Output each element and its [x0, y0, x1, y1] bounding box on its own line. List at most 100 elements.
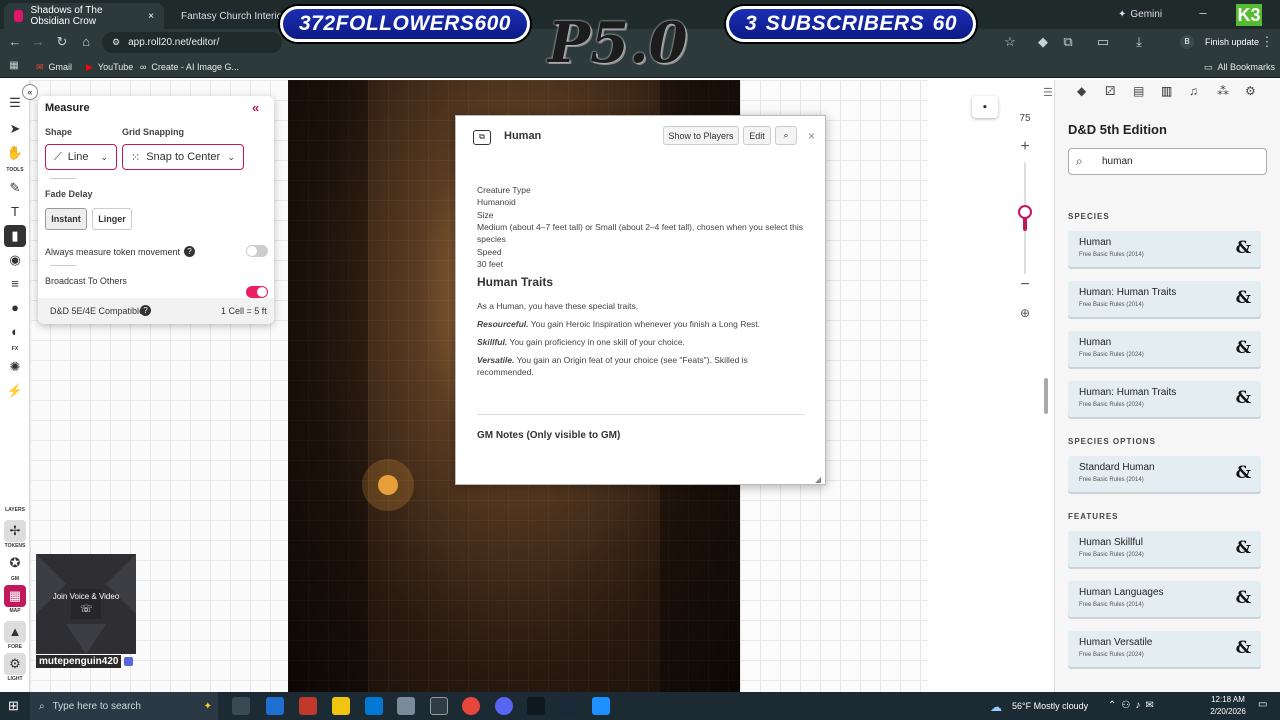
- fog-icon[interactable]: ◉: [4, 249, 26, 271]
- edge-icon[interactable]: [266, 697, 284, 715]
- taskbar-search-input[interactable]: ⌕ Type here to search ✦: [30, 692, 218, 720]
- all-bookmarks[interactable]: ▭ All Bookmarks: [1204, 58, 1275, 76]
- dnd-ampersand-icon[interactable]: &: [1236, 388, 1251, 408]
- notes-icon[interactable]: ≡: [4, 273, 26, 295]
- windows-start-icon[interactable]: ⊞: [8, 698, 19, 714]
- clock-time[interactable]: 12:18 AM: [1204, 695, 1252, 704]
- bookmark-create-ai-image[interactable]: ∞ Create - AI Image G...: [140, 58, 239, 76]
- show-to-players-button[interactable]: Show to Players: [663, 126, 739, 145]
- store-icon[interactable]: [365, 697, 383, 715]
- dnd-ampersand-icon[interactable]: &: [1236, 238, 1251, 258]
- pan-hand-icon[interactable]: ✋: [4, 142, 26, 164]
- dnd-ampersand-icon[interactable]: &: [1236, 538, 1251, 558]
- extensions-puzzle-icon[interactable]: ⧉: [1059, 34, 1077, 50]
- dnd-ampersand-icon[interactable]: &: [1236, 463, 1251, 483]
- terminal-icon[interactable]: [527, 697, 545, 715]
- token-toggle-icon[interactable]: ◐: [4, 321, 26, 343]
- voice-video-tile[interactable]: Join Voice & Video ☏: [36, 554, 136, 654]
- measure-ruler-icon[interactable]: ▮: [4, 225, 26, 247]
- forward-arrow-icon[interactable]: →: [29, 34, 47, 49]
- reload-icon[interactable]: ↻: [53, 34, 71, 50]
- back-arrow-icon[interactable]: ←: [6, 34, 24, 49]
- select-pointer-icon[interactable]: ➤: [4, 118, 26, 140]
- user-color-swatch[interactable]: [124, 657, 133, 666]
- always-measure-toggle[interactable]: [246, 245, 268, 257]
- download-icon[interactable]: ⤓: [1130, 34, 1148, 50]
- foreground-layer-icon[interactable]: ▲: [4, 621, 26, 643]
- discord-icon[interactable]: [495, 697, 513, 715]
- compendium-result-card[interactable]: Human: Human Traits Free Basic Rules (202…: [1068, 381, 1261, 417]
- zoom-out-button[interactable]: −: [1012, 274, 1038, 296]
- cast-icon[interactable]: ▭: [1094, 34, 1112, 50]
- dnd-ampersand-icon[interactable]: &: [1236, 638, 1251, 658]
- task-view-icon[interactable]: [232, 697, 250, 715]
- menu-icon[interactable]: ☰: [4, 92, 26, 114]
- apps-grid-icon[interactable]: ▦: [5, 60, 23, 71]
- broadcast-toggle[interactable]: [246, 286, 268, 298]
- popout-icon[interactable]: ⧉: [473, 130, 491, 145]
- linger-button[interactable]: Linger: [92, 208, 132, 230]
- address-bar[interactable]: ⚙ app.roll20.net/editor/: [102, 32, 282, 53]
- edit-button[interactable]: Edit: [743, 126, 771, 145]
- close-icon[interactable]: ×: [808, 129, 815, 143]
- extension-diamond-icon[interactable]: ◆: [1034, 34, 1052, 50]
- bookmark-youtube[interactable]: ▶ YouTube: [86, 58, 133, 76]
- tab-roll20[interactable]: Shadows of The Obsidian Crow ×: [4, 3, 164, 29]
- dnd-ampersand-icon[interactable]: &: [1236, 338, 1251, 358]
- chrome-icon[interactable]: [462, 697, 480, 715]
- map-layer-icon[interactable]: ▦: [4, 585, 26, 607]
- settings-gear-icon[interactable]: ⚙: [1245, 84, 1256, 98]
- browser-menu-icon[interactable]: ⋮: [1258, 34, 1276, 50]
- help-icon[interactable]: ?: [184, 246, 195, 257]
- journal-icon[interactable]: ▤: [1133, 84, 1144, 98]
- dnd-ampersand-icon[interactable]: &: [1236, 288, 1251, 308]
- gm-layer-icon[interactable]: ✪: [4, 552, 26, 574]
- sidebar-toggle-icon[interactable]: ☰: [1043, 86, 1053, 99]
- help-icon[interactable]: ?: [140, 305, 151, 316]
- text-tool-icon[interactable]: T: [4, 201, 26, 223]
- home-icon[interactable]: ⌂: [77, 34, 95, 49]
- notifications-icon[interactable]: ▭: [1258, 699, 1267, 710]
- compendium-result-card[interactable]: Human Languages Free Basic Rules (2014) &: [1068, 581, 1261, 617]
- bookmark-star-icon[interactable]: ☆: [1001, 34, 1019, 50]
- gemini-button[interactable]: ✦ Gemini: [1118, 5, 1162, 23]
- pin-icon[interactable]: ●: [4, 297, 26, 319]
- tab-fantasy-church[interactable]: Fantasy Church Interior De: [164, 3, 284, 29]
- steam-icon[interactable]: [559, 697, 577, 715]
- compendium-result-card[interactable]: Human Free Basic Rules (2014) &: [1068, 231, 1261, 267]
- wand-icon[interactable]: ⚡: [4, 380, 26, 402]
- instant-button[interactable]: Instant: [45, 208, 87, 230]
- app-x-icon[interactable]: [430, 697, 448, 715]
- zoom-in-button[interactable]: +: [1012, 136, 1038, 158]
- draw-brush-icon[interactable]: ✎: [4, 177, 26, 199]
- zoom-slider-thumb[interactable]: [1018, 205, 1032, 220]
- system-tray-icons[interactable]: ⌃⚇♪✉: [1108, 700, 1159, 711]
- compendium-result-card[interactable]: Standard Human Free Basic Rules (2014) &: [1068, 456, 1261, 492]
- compendium-result-card[interactable]: Human Skillful Free Basic Rules (2024) &: [1068, 531, 1261, 567]
- dnd-ampersand-icon[interactable]: &: [1236, 588, 1251, 608]
- profile-avatar[interactable]: B: [1180, 35, 1194, 49]
- lighting-layer-icon[interactable]: ⚙: [4, 653, 26, 675]
- fx-icon[interactable]: ✺: [4, 356, 26, 378]
- close-panel-chevron-icon[interactable]: «: [252, 100, 259, 115]
- compendium-search-input[interactable]: ⌕ human: [1068, 148, 1267, 175]
- jukebox-tab-icon[interactable]: ♫: [1189, 84, 1198, 98]
- resize-handle-icon[interactable]: ◢: [815, 475, 821, 484]
- finish-update-button[interactable]: Finish update: [1202, 32, 1262, 52]
- compendium-icon[interactable]: ▥: [1161, 84, 1172, 98]
- app-red-icon[interactable]: [299, 697, 317, 715]
- collections-icon[interactable]: ⁂: [1217, 84, 1229, 98]
- compendium-result-card[interactable]: Human: Human Traits Free Basic Rules (201…: [1068, 281, 1261, 317]
- minimize-icon[interactable]: –: [1194, 5, 1212, 20]
- bookmark-gmail[interactable]: ✉ Gmail: [36, 58, 72, 76]
- file-explorer-icon[interactable]: [332, 697, 350, 715]
- dice-icon[interactable]: ⚂: [1105, 84, 1115, 98]
- app-blue-icon[interactable]: [592, 697, 610, 715]
- compendium-result-card[interactable]: Human Free Basic Rules (2024) &: [1068, 331, 1261, 367]
- tokens-layer-icon[interactable]: ✢: [4, 520, 26, 542]
- app-gray-icon[interactable]: [397, 697, 415, 715]
- crosshair-icon[interactable]: ⊕: [1012, 302, 1038, 324]
- jukebox-icon[interactable]: ▪: [972, 96, 998, 118]
- grid-snapping-select[interactable]: ⁙ Snap to Center ⌄: [122, 144, 244, 170]
- weather-text[interactable]: 56°F Mostly cloudy: [1012, 701, 1088, 711]
